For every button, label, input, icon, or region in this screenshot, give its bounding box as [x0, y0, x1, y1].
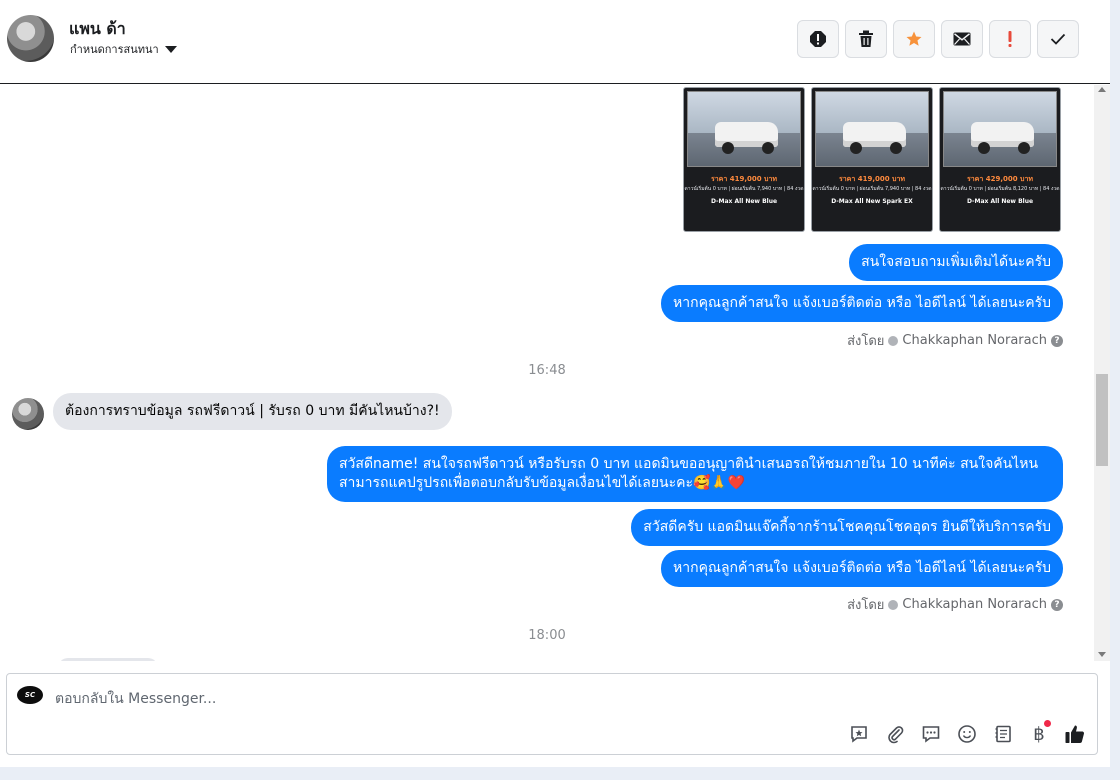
sent-by-label: ส่งโดย	[847, 598, 885, 613]
conversation-header: แพน ด้า กำหนดการสนทนา	[0, 0, 1110, 84]
sent-by-name: Chakkaphan Norarach	[902, 597, 1047, 612]
delete-button[interactable]	[845, 20, 887, 58]
scroll-down-arrow-icon[interactable]	[1098, 652, 1106, 657]
star-button[interactable]	[893, 20, 935, 58]
alert-octagon-icon	[810, 31, 826, 47]
card-price: ราคา 419,000 บาท	[838, 175, 906, 183]
card-price: ราคา 419,000 บาท	[710, 175, 778, 183]
assign-conversation-label: กำหนดการสนทนา	[70, 43, 159, 56]
verified-icon	[888, 335, 899, 346]
baht-payment-icon[interactable]: ฿	[1027, 720, 1051, 746]
outgoing-message[interactable]: สวัสดีครับ แอดมินแจ๊คกี้จากร้านโชคคุณโชค…	[631, 509, 1063, 546]
incoming-message[interactable]: ต้องการทราบข้อมูล รถฟรีดาวน์ | รับรถ 0 บ…	[53, 393, 452, 430]
composer-toolbar: ฿	[847, 720, 1087, 746]
scrollbar-thumb[interactable]	[1096, 374, 1108, 466]
like-icon[interactable]	[1063, 722, 1087, 746]
verified-icon	[888, 599, 899, 610]
card-model: D-Max All New Spark EX	[831, 198, 913, 205]
thread-scrollbar[interactable]	[1094, 85, 1110, 661]
contact-name[interactable]: แพน ด้า	[69, 17, 126, 42]
help-icon[interactable]: ?	[1051, 598, 1063, 611]
notes-icon[interactable]	[991, 722, 1015, 746]
message-template-icon[interactable]	[919, 722, 943, 746]
attachment-icon[interactable]	[883, 722, 907, 746]
product-card[interactable]: ราคา 429,000 บาท ดาวน์เริ่มต้น 0 บาท | ผ…	[939, 87, 1061, 232]
caret-down-icon	[164, 45, 177, 53]
checkmark-icon	[1050, 33, 1066, 45]
assign-conversation-dropdown[interactable]: กำหนดการสนทนา	[70, 40, 177, 58]
star-icon	[906, 31, 922, 46]
car-photo	[815, 91, 929, 167]
outgoing-message[interactable]: สวัสดีname! สนใจรถฟรีดาวน์ หรือรับรถ 0 บ…	[327, 446, 1063, 502]
card-model: D-Max All New Blue	[710, 198, 778, 205]
emoji-icon[interactable]	[955, 722, 979, 746]
incoming-message-partial[interactable]	[58, 658, 158, 661]
message-timestamp: 18:00	[528, 628, 566, 643]
mark-unread-button[interactable]	[941, 20, 983, 58]
help-icon[interactable]: ?	[1051, 334, 1063, 347]
card-terms: ดาวน์เริ่มต้น 0 บาท | ผ่อนเริ่มต้น 8,120…	[940, 186, 1060, 192]
card-price: ราคา 429,000 บาท	[966, 175, 1034, 183]
scroll-up-arrow-icon[interactable]	[1098, 87, 1106, 92]
sent-by-name: Chakkaphan Norarach	[902, 333, 1047, 348]
product-card[interactable]: ราคา 419,000 บาท ดาวน์เริ่มต้น 0 บาท | ผ…	[683, 87, 805, 232]
conversation-panel: แพน ด้า กำหนดการสนทนา ราคา 419,000 บาท ด…	[0, 0, 1110, 767]
card-model: D-Max All New Blue	[966, 198, 1034, 205]
exclamation-icon	[1008, 31, 1012, 47]
notification-dot	[1044, 720, 1051, 727]
product-card[interactable]: ราคา 419,000 บาท ดาวน์เริ่มต้น 0 บาท | ผ…	[811, 87, 933, 232]
message-thread[interactable]: ราคา 419,000 บาท ดาวน์เริ่มต้น 0 บาท | ผ…	[0, 85, 1094, 661]
mark-done-button[interactable]	[1037, 20, 1079, 58]
card-terms: ดาวน์เริ่มต้น 0 บาท | ผ่อนเริ่มต้น 7,940…	[812, 186, 932, 192]
saved-reply-icon[interactable]	[847, 722, 871, 746]
reply-composer: SC ตอบกลับใน Messenger... ฿	[6, 673, 1098, 755]
card-terms: ดาวน์เริ่มต้น 0 บาท | ผ่อนเริ่มต้น 7,940…	[684, 186, 804, 192]
outgoing-message[interactable]: หากคุณลูกค้าสนใจ แจ้งเบอร์ติดต่อ หรือ ไอ…	[661, 550, 1063, 587]
outgoing-message[interactable]: สนใจสอบถามเพิ่มเติมได้นะครับ	[849, 244, 1063, 281]
message-timestamp: 16:48	[528, 363, 566, 378]
outgoing-message[interactable]: หากคุณลูกค้าสนใจ แจ้งเบอร์ติดต่อ หรือ ไอ…	[661, 285, 1063, 322]
envelope-icon	[953, 32, 971, 46]
reply-input[interactable]: ตอบกลับใน Messenger...	[55, 688, 216, 710]
car-photo	[943, 91, 1057, 167]
conversation-toolbar	[797, 20, 1079, 58]
sent-by-info: ส่งโดย Chakkaphan Norarach ?	[847, 330, 1063, 351]
page-logo: SC	[17, 686, 43, 704]
report-spam-button[interactable]	[797, 20, 839, 58]
car-photo	[687, 91, 801, 167]
important-button[interactable]	[989, 20, 1031, 58]
trash-icon	[859, 30, 873, 47]
contact-avatar[interactable]	[7, 15, 54, 62]
sent-by-label: ส่งโดย	[847, 334, 885, 349]
contact-avatar-small[interactable]	[12, 398, 44, 430]
sent-by-info: ส่งโดย Chakkaphan Norarach ?	[847, 594, 1063, 615]
